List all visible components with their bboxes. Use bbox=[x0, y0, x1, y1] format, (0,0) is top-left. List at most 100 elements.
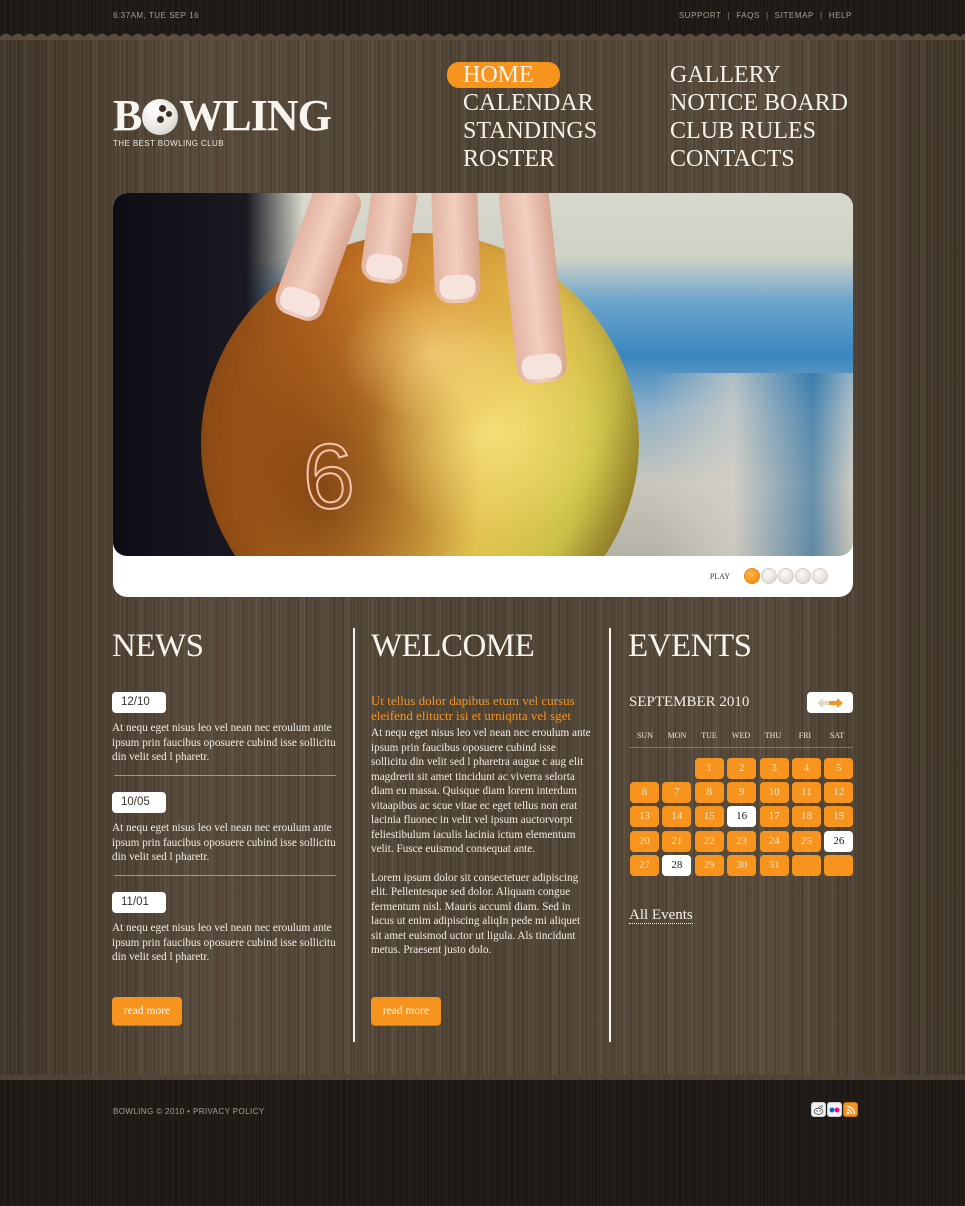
calendar-day[interactable]: 5 bbox=[824, 758, 854, 779]
calendar-day[interactable]: 4 bbox=[791, 758, 821, 779]
calendar-day[interactable]: 17 bbox=[759, 806, 789, 828]
nav-standings[interactable]: STANDINGS bbox=[463, 118, 597, 144]
welcome-paragraph-1: At nequ eget nisus leo vel nean nec erou… bbox=[371, 727, 591, 855]
welcome-title: WELCOME bbox=[371, 628, 535, 664]
calendar-empty-cell bbox=[662, 758, 691, 779]
calendar-day[interactable]: 12 bbox=[824, 782, 854, 804]
finger bbox=[430, 193, 482, 304]
arrow-left-icon[interactable] bbox=[817, 697, 830, 708]
utility-links: SUPPORT | FAQS | SITEMAP | HELP bbox=[679, 11, 852, 20]
calendar-day[interactable]: 6 bbox=[630, 782, 659, 804]
reddit-icon[interactable] bbox=[811, 1102, 826, 1117]
slide-dot-5[interactable] bbox=[812, 568, 828, 584]
calendar-day[interactable]: 1 bbox=[694, 758, 724, 779]
calendar-day[interactable]: 7 bbox=[662, 782, 692, 804]
calendar-day[interactable]: 2 bbox=[727, 758, 757, 779]
privacy-policy-link[interactable]: PRIVACY POLICY bbox=[193, 1107, 265, 1116]
image-slider: 6 PLAY bbox=[113, 193, 853, 597]
calendar-day-highlighted[interactable]: 16 bbox=[727, 806, 757, 828]
calendar-day[interactable]: 22 bbox=[694, 830, 724, 852]
copyright-text: BOWLING © 2010 bbox=[113, 1107, 185, 1116]
separator: | bbox=[727, 11, 731, 20]
calendar-day-highlighted[interactable]: 26 bbox=[824, 830, 854, 852]
calendar-day[interactable]: 15 bbox=[694, 806, 724, 828]
welcome-read-more-button[interactable]: read more bbox=[371, 997, 441, 1026]
nav-notice-board[interactable]: NOTICE BOARD bbox=[670, 90, 848, 116]
logo-letters-wling: WLING bbox=[179, 91, 331, 140]
sitemap-link[interactable]: SITEMAP bbox=[775, 11, 814, 20]
flickr-icon[interactable] bbox=[827, 1102, 842, 1117]
arrow-right-icon[interactable] bbox=[829, 697, 843, 708]
events-section: EVENTS bbox=[628, 628, 853, 664]
footer-copyright: BOWLING © 2010 • PRIVACY POLICY bbox=[113, 1107, 265, 1116]
rss-icon[interactable] bbox=[843, 1102, 858, 1117]
news-text: At nequ eget nisus leo vel nean nec erou… bbox=[112, 922, 336, 963]
separator: | bbox=[820, 11, 823, 20]
calendar-day-highlighted[interactable]: 28 bbox=[662, 854, 692, 876]
calendar-day[interactable]: 23 bbox=[727, 830, 757, 852]
calendar-day[interactable]: 11 bbox=[791, 782, 821, 804]
social-links bbox=[811, 1102, 858, 1117]
nav-home[interactable]: HOME bbox=[447, 62, 560, 88]
welcome-section: WELCOME Ut tellus dolor dapibus etum vel… bbox=[371, 628, 596, 1026]
slide-dot-3[interactable] bbox=[778, 568, 794, 584]
footer: BOWLING © 2010 • PRIVACY POLICY bbox=[0, 1080, 965, 1206]
slide-dot-1[interactable] bbox=[744, 568, 760, 584]
date-time: 6:37AM, TUE SEP 16 bbox=[113, 11, 200, 20]
help-link[interactable]: HELP bbox=[829, 11, 852, 20]
calendar-day[interactable]: 9 bbox=[727, 782, 757, 804]
nav-calendar[interactable]: CALENDAR bbox=[463, 90, 594, 116]
welcome-lead: Ut tellus dolor dapibus etum vel cursus … bbox=[371, 693, 575, 723]
all-events-link[interactable]: All Events bbox=[629, 907, 693, 924]
calendar-day[interactable]: 27 bbox=[630, 854, 659, 876]
calendar-day[interactable]: 30 bbox=[727, 854, 757, 876]
support-link[interactable]: SUPPORT bbox=[679, 11, 722, 20]
news-date: 11/01 bbox=[112, 892, 166, 913]
events-title: EVENTS bbox=[628, 628, 752, 664]
news-title: NEWS bbox=[112, 628, 204, 664]
column-divider bbox=[353, 628, 355, 1042]
calendar-day[interactable]: 24 bbox=[759, 830, 789, 852]
calendar-day[interactable]: 19 bbox=[824, 806, 854, 828]
news-item: 12/10 At nequ eget nisus leo vel nean ne… bbox=[112, 692, 342, 792]
nav-club-rules[interactable]: CLUB RULES bbox=[670, 118, 816, 144]
news-divider bbox=[114, 775, 336, 776]
play-button[interactable]: PLAY bbox=[710, 572, 730, 581]
logo[interactable]: B WLING THE BEST BOWLING CLUB bbox=[113, 91, 332, 149]
calendar-day[interactable]: 29 bbox=[694, 854, 724, 876]
calendar-day[interactable]: 18 bbox=[791, 806, 821, 828]
news-read-more-button[interactable]: read more bbox=[112, 997, 182, 1026]
calendar-day[interactable]: 8 bbox=[694, 782, 724, 804]
calendar-header: SEPTEMBER 2010 bbox=[629, 692, 853, 713]
slide-dot-2[interactable] bbox=[761, 568, 777, 584]
column-divider bbox=[609, 628, 611, 1042]
news-divider bbox=[114, 875, 336, 876]
hero-image: 6 bbox=[113, 193, 853, 556]
weekday-label: MON bbox=[667, 731, 687, 740]
calendar-blank-cell bbox=[791, 854, 821, 876]
calendar-day[interactable]: 3 bbox=[759, 758, 789, 779]
calendar-day[interactable]: 20 bbox=[630, 830, 659, 852]
nav-roster[interactable]: ROSTER bbox=[463, 146, 555, 172]
logo-tagline: THE BEST BOWLING CLUB bbox=[113, 139, 224, 148]
calendar-day[interactable]: 21 bbox=[662, 830, 692, 852]
nav-contacts[interactable]: CONTACTS bbox=[670, 146, 795, 172]
calendar-day[interactable]: 25 bbox=[791, 830, 821, 852]
weekday-label: FRI bbox=[798, 731, 812, 740]
calendar-day[interactable]: 14 bbox=[662, 806, 692, 828]
ball-number: 6 bbox=[299, 423, 359, 530]
calendar-nav bbox=[807, 692, 853, 713]
calendar-day[interactable]: 10 bbox=[759, 782, 789, 804]
calendar-day[interactable]: 13 bbox=[630, 806, 659, 828]
calendar-empty-cell bbox=[630, 758, 659, 779]
calendar-month: SEPTEMBER 2010 bbox=[629, 694, 750, 710]
news-date: 10/05 bbox=[112, 792, 166, 813]
calendar-day[interactable]: 31 bbox=[759, 854, 789, 876]
faqs-link[interactable]: FAQS bbox=[736, 11, 760, 20]
calendar-weekdays: SUN MON TUE WED THU FRI SAT bbox=[629, 731, 853, 748]
slide-dot-4[interactable] bbox=[795, 568, 811, 584]
calendar-grid: 1 2 3 4 5 6 7 8 9 10 11 12 13 14 15 16 17 18 19 20 21 22 23 24 2… bbox=[630, 758, 854, 876]
main-nav: HOME CALENDAR STANDINGS ROSTER GALLERY N… bbox=[447, 62, 867, 182]
nav-gallery[interactable]: GALLERY bbox=[670, 62, 781, 88]
bowling-ball-icon bbox=[142, 99, 179, 135]
